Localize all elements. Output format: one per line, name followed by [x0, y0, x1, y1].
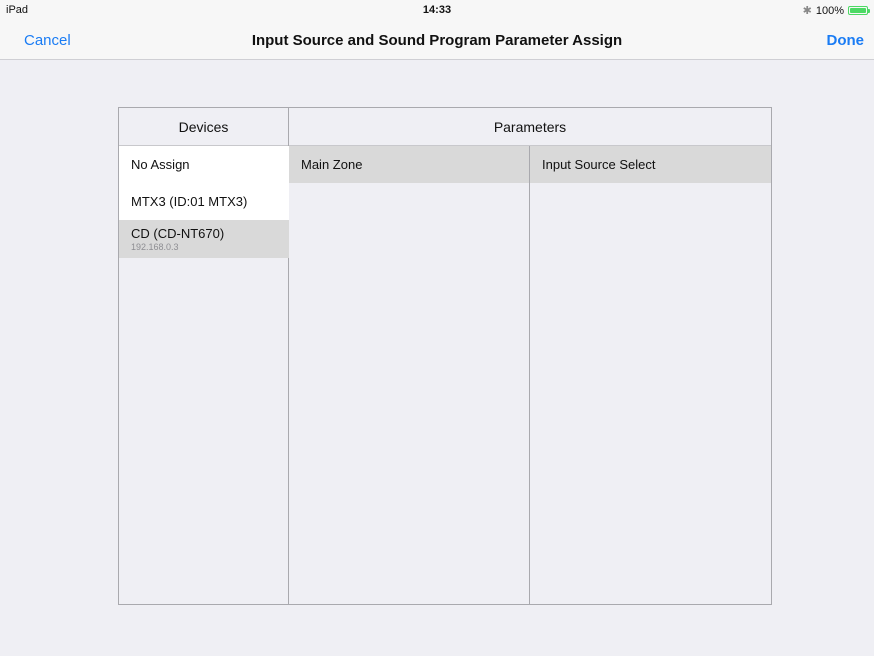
- bluetooth-icon: ✱: [802, 5, 812, 17]
- battery-percent: 100%: [815, 4, 844, 17]
- device-name: MTX3 (ID:01 MTX3): [131, 194, 248, 209]
- done-button[interactable]: Done: [827, 32, 865, 49]
- parameters-header: Parameters: [493, 119, 567, 135]
- status-right: ✱ 100%: [802, 4, 870, 17]
- status-bar: iPad 14:33 ✱ 100%: [0, 0, 874, 20]
- assign-table: Devices Parameters No Assign MTX3 (ID:01…: [118, 107, 772, 605]
- navigation-bar: Cancel Input Source and Sound Program Pa…: [0, 20, 874, 60]
- device-name: No Assign: [131, 157, 190, 172]
- table-header: Devices Parameters: [119, 108, 771, 146]
- parameter-item-input-source-select[interactable]: Input Source Select: [530, 146, 771, 183]
- device-item-mtx3[interactable]: MTX3 (ID:01 MTX3): [119, 183, 289, 220]
- devices-header: Devices: [119, 108, 289, 146]
- device-ip-address: 192.168.0.3: [131, 242, 179, 252]
- battery-icon: [848, 6, 870, 15]
- device-item-no-assign[interactable]: No Assign: [119, 146, 289, 183]
- parameters-list: Input Source Select: [530, 146, 771, 604]
- zone-item-main-zone[interactable]: Main Zone: [289, 146, 529, 183]
- status-time: 14:33: [422, 4, 452, 16]
- device-name: CD (CD-NT670): [131, 226, 225, 241]
- devices-list: No Assign MTX3 (ID:01 MTX3) CD (CD-NT670…: [119, 146, 289, 604]
- page-title: Input Source and Sound Program Parameter…: [251, 32, 623, 49]
- zones-list: Main Zone: [289, 146, 530, 604]
- device-item-cd[interactable]: CD (CD-NT670) 192.168.0.3: [119, 220, 289, 258]
